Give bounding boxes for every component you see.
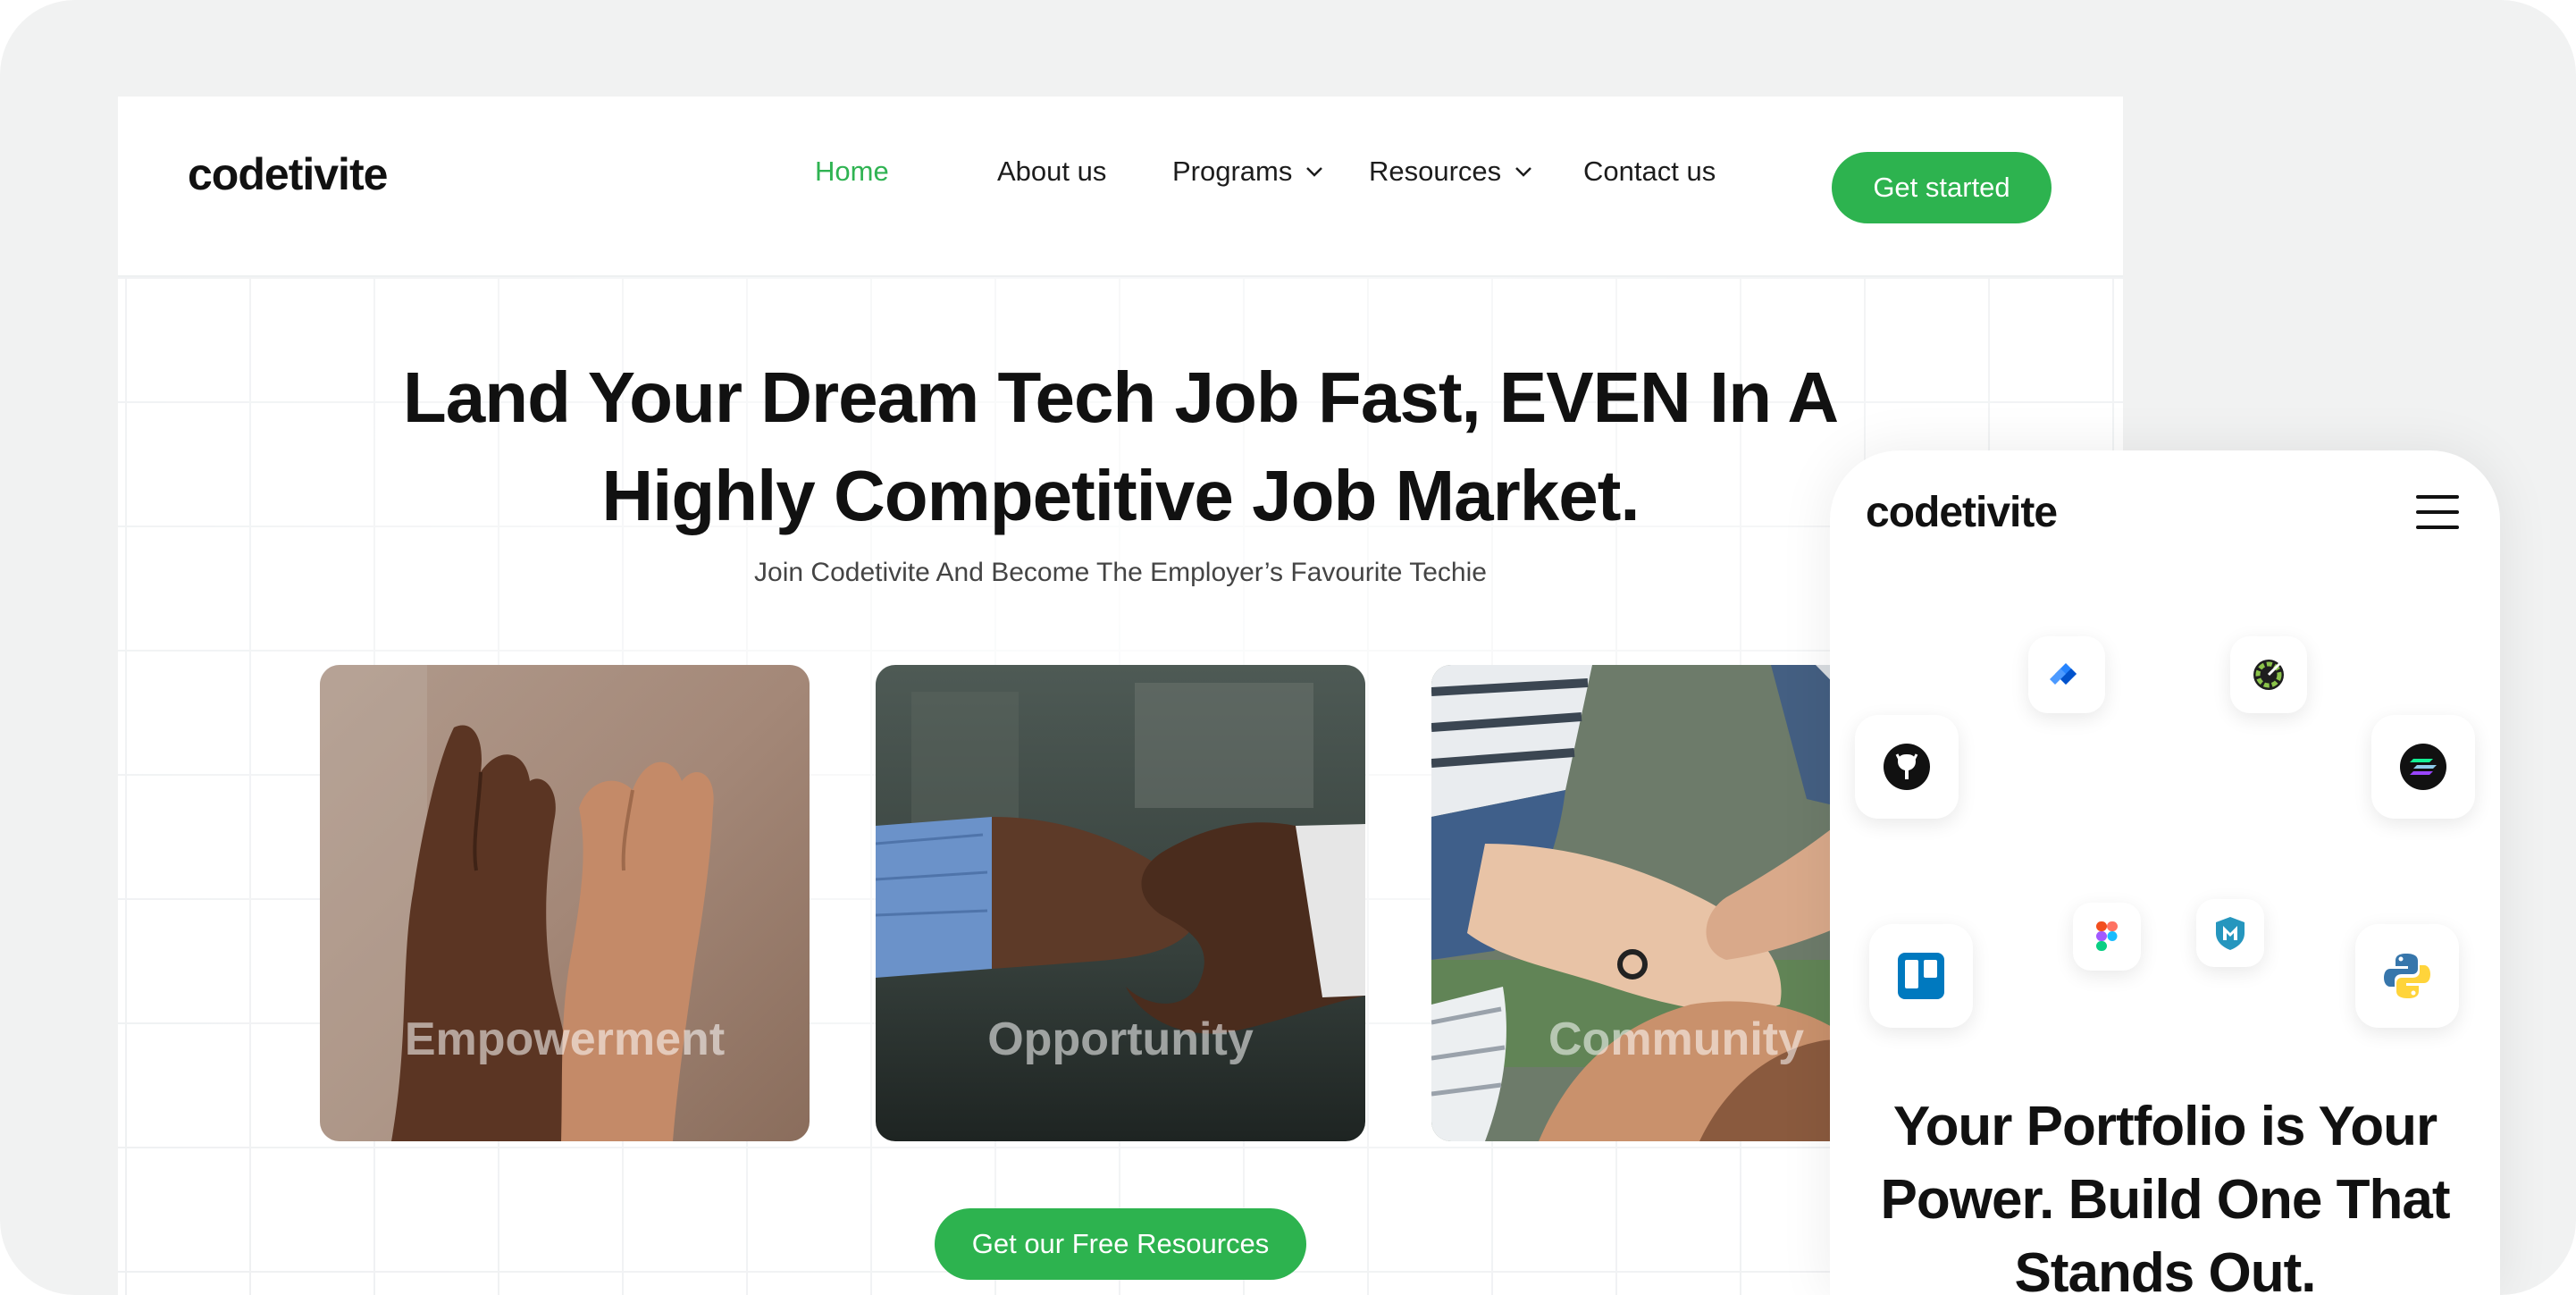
figma-icon	[2073, 903, 2141, 971]
github-icon	[1855, 715, 1959, 819]
chevron-down-icon	[1306, 167, 1323, 177]
nav-about-us[interactable]: About us	[997, 156, 1106, 188]
jira-icon	[2028, 636, 2105, 713]
python-icon	[2355, 924, 2459, 1028]
mobile-hero-title: Your Portfolio is Your Power. Build One …	[1880, 1096, 2451, 1295]
brand-logo[interactable]: codetivite	[188, 148, 388, 200]
empowerment-card[interactable]: Empowerment	[320, 665, 810, 1141]
hamburger-icon[interactable]	[2416, 495, 2459, 529]
grafana-icon	[2230, 636, 2307, 713]
mobile-brand-logo[interactable]: codetivite	[1866, 488, 2058, 537]
card-label: Empowerment	[404, 1013, 726, 1065]
showcase-frame: codetivite Home About us Programs Resour…	[0, 0, 2576, 1295]
get-started-button[interactable]: Get started	[1832, 152, 2052, 223]
top-navigation: codetivite Home About us Programs Resour…	[118, 97, 2123, 277]
chevron-down-icon	[1515, 167, 1532, 177]
mobile-mockup: codetivite Your Portfolio is Your Power.…	[1830, 450, 2500, 1295]
metasploit-icon	[2196, 899, 2264, 967]
trello-icon	[1869, 924, 1973, 1028]
nav-programs[interactable]: Programs	[1172, 156, 1324, 188]
pinky-promise-image	[320, 665, 810, 1141]
nav-resources[interactable]: Resources	[1369, 156, 1533, 188]
opportunity-card[interactable]: Opportunity	[876, 665, 1365, 1141]
nav-home[interactable]: Home	[815, 156, 889, 188]
free-resources-button[interactable]: Get our Free Resources	[935, 1208, 1306, 1280]
handshake-image	[876, 665, 1365, 1141]
nav-contact-us[interactable]: Contact us	[1583, 156, 1716, 188]
hero-title: Land Your Dream Tech Job Fast, EVEN In A…	[402, 357, 1839, 535]
solana-icon	[2371, 715, 2475, 819]
card-label: Opportunity	[987, 1013, 1254, 1065]
hero-subtitle: Join Codetivite And Become The Employer’…	[754, 558, 1487, 587]
desktop-mockup: codetivite Home About us Programs Resour…	[118, 97, 2123, 1295]
